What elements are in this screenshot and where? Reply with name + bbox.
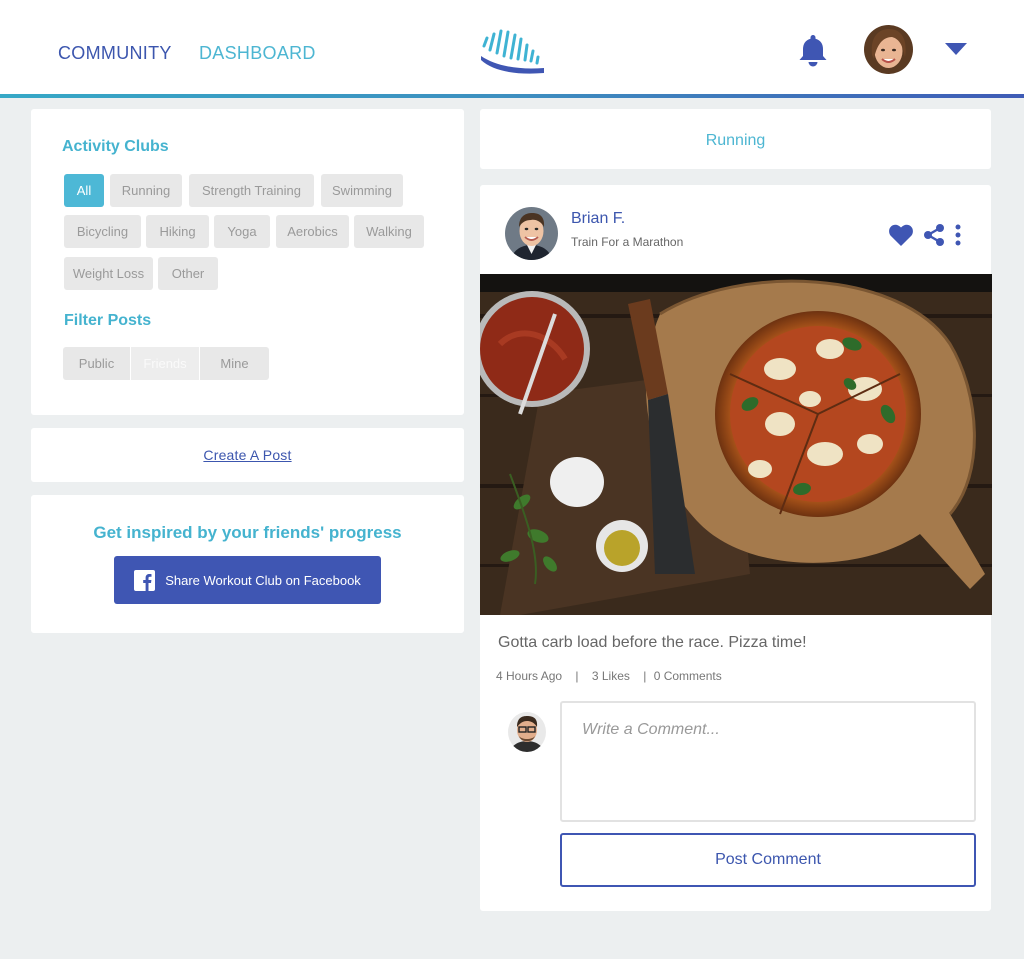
club-tag-walking[interactable]: Walking <box>354 215 424 248</box>
nav-community-link[interactable]: COMMUNITY <box>58 43 172 64</box>
category-label: Running <box>705 132 766 149</box>
facebook-icon <box>134 569 156 591</box>
share-icon[interactable] <box>923 223 945 247</box>
caret-down-icon[interactable] <box>944 42 968 56</box>
nav-dashboard-link[interactable]: DASHBOARD <box>199 43 316 64</box>
club-tag-yoga[interactable]: Yoga <box>214 215 270 248</box>
post-meta: 4 Hours Ago | 3 Likes | 0 Comments <box>496 669 722 683</box>
inspire-title: Get inspired by your friends' progress <box>93 523 402 542</box>
activity-clubs-card: Activity Clubs All Running Strength Trai… <box>31 109 464 415</box>
club-tag-swimming[interactable]: Swimming <box>321 174 403 207</box>
heart-icon[interactable] <box>888 223 914 247</box>
category-card: Running <box>480 109 991 169</box>
filter-mine[interactable]: Mine <box>200 347 269 380</box>
post-subtitle: Train For a Marathon <box>571 235 684 249</box>
post-text: Gotta carb load before the race. Pizza t… <box>498 634 807 651</box>
share-facebook-button[interactable]: Share Workout Club on Facebook <box>114 556 381 604</box>
club-tag-all[interactable]: All <box>64 174 104 207</box>
post-author-name[interactable]: Brian F. <box>571 210 625 228</box>
filter-public[interactable]: Public <box>63 347 130 380</box>
more-vertical-icon[interactable] <box>953 224 963 246</box>
logo-icon[interactable] <box>478 26 548 76</box>
post-card: Brian F. Train For a Marathon Gotta carb… <box>480 185 992 911</box>
share-facebook-label: Share Workout Club on Facebook <box>165 572 361 588</box>
club-tag-weight-loss[interactable]: Weight Loss <box>64 257 153 290</box>
post-time: 4 Hours Ago <box>496 669 563 683</box>
filter-friends[interactable]: Friends <box>131 347 199 380</box>
club-tag-bicycling[interactable]: Bicycling <box>64 215 141 248</box>
club-tag-hiking[interactable]: Hiking <box>146 215 209 248</box>
club-tag-strength-training[interactable]: Strength Training <box>189 174 314 207</box>
activity-clubs-title: Activity Clubs <box>62 138 169 155</box>
create-post-card: Create A Post <box>31 428 464 482</box>
club-tag-other[interactable]: Other <box>158 257 218 290</box>
club-tag-aerobics[interactable]: Aerobics <box>276 215 349 248</box>
post-likes-count[interactable]: 3 Likes <box>592 669 630 683</box>
bell-icon[interactable] <box>797 33 829 67</box>
post-comments-count[interactable]: 0 Comments <box>654 669 722 683</box>
user-avatar[interactable] <box>864 25 913 74</box>
header-gradient-divider <box>0 94 1024 98</box>
create-post-link[interactable]: Create A Post <box>31 447 464 463</box>
club-tag-running[interactable]: Running <box>110 174 182 207</box>
commenter-avatar <box>508 712 546 752</box>
meta-separator: | <box>643 669 647 683</box>
comment-input[interactable] <box>560 701 976 822</box>
author-avatar[interactable] <box>505 207 558 260</box>
meta-separator: | <box>575 669 579 683</box>
inspire-card: Get inspired by your friends' progress S… <box>31 495 464 633</box>
top-navigation-bar: COMMUNITY DASHBOARD <box>0 0 1024 95</box>
post-comment-button[interactable]: Post Comment <box>560 833 976 887</box>
post-image-pizza <box>480 274 992 615</box>
filter-posts-title: Filter Posts <box>64 312 152 329</box>
